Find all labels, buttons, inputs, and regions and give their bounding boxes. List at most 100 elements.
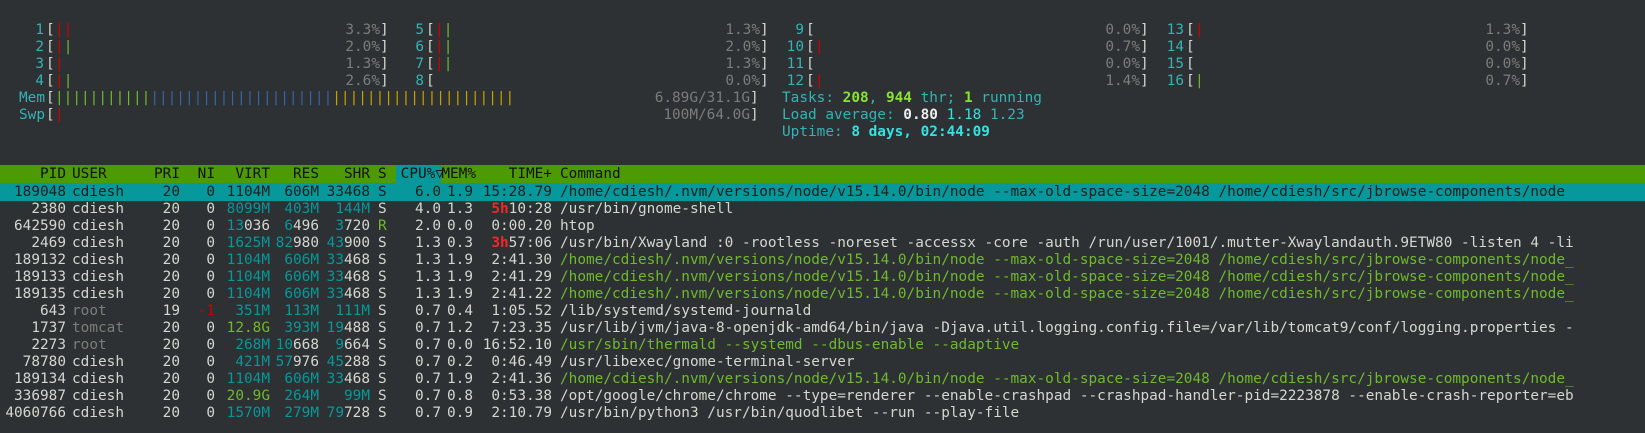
process-row[interactable]: 189132 cdiesh 20 0 1104M 606M 33468 S 1.3 1.9 2:41…: [0, 251, 1645, 269]
cpu-percent: 1.3%: [345, 56, 380, 72]
bracket-open: [: [1186, 39, 1195, 55]
process-row[interactable]: 4060766 cdiesh 20 0 1570M 279M 79728 S 0.7 0.9 2:1…: [0, 404, 1645, 422]
process-virt: 1104M: [226, 371, 270, 387]
process-user: cdiesh: [72, 354, 124, 370]
cpu-meter-8: 8[0.0%]: [390, 72, 768, 90]
bracket-close: ]: [760, 56, 769, 72]
cpu-bar: |: [443, 39, 453, 55]
bracket-open: [: [426, 22, 435, 38]
process-mem: 0.9: [447, 405, 473, 421]
process-pri: 19: [162, 303, 180, 319]
cpu-id: 14: [1166, 39, 1184, 55]
process-row[interactable]: 1737 tomcat 20 0 12.8G 393M 19488 S 0.7 1.2 7:23.3…: [0, 319, 1645, 337]
column-header-cpu[interactable]: CPU%▽: [396, 165, 444, 183]
process-shr: 33468: [326, 252, 370, 268]
process-virt: 1104M: [226, 184, 270, 200]
process-cmd: htop: [560, 218, 595, 234]
process-ni: 0: [206, 184, 215, 200]
htop-terminal[interactable]: 1[| | 3.3%] 2[| | 2.0%] 3[| 1.3%] 4[| | 2.6%] 5[| | 1…: [0, 0, 1645, 433]
bracket-close: ]: [380, 56, 389, 72]
column-header-mem[interactable]: MEM%: [440, 165, 476, 183]
column-header-shr[interactable]: SHR: [322, 165, 370, 183]
process-virt: 1104M: [226, 286, 270, 302]
process-mem: 1.9: [447, 286, 473, 302]
process-res: 606M: [284, 371, 319, 387]
process-row[interactable]: 336987 cdiesh 20 0 20.9G 264M 99M S 0.7 0.8 0:53.3…: [0, 387, 1645, 405]
column-header-pri[interactable]: PRI: [150, 165, 180, 183]
process-pid: 643: [40, 303, 66, 319]
process-cpu: 0.7: [415, 354, 441, 370]
process-time: 3h57:06: [491, 235, 552, 251]
bracket-close: ]: [760, 39, 769, 55]
process-user: cdiesh: [72, 371, 124, 387]
process-s: S: [378, 371, 387, 387]
cpu-meter-10: 10[| 0.7%]: [770, 38, 1149, 56]
process-cmd: /opt/google/chrome/chrome --type=rendere…: [560, 388, 1574, 404]
cpu-meter-6: 6[| | 2.0%]: [390, 38, 768, 56]
process-ni: 0: [206, 354, 215, 370]
process-row[interactable]: 189135 cdiesh 20 0 1104M 606M 33468 S 1.3 1.9 2:41…: [0, 285, 1645, 303]
process-s: S: [378, 252, 387, 268]
process-s: S: [378, 405, 387, 421]
process-user: cdiesh: [72, 218, 124, 234]
mem-label: Mem: [19, 90, 45, 106]
process-pid: 1737: [31, 320, 66, 336]
process-cmd: /usr/libexec/gnome-terminal-server: [560, 354, 855, 370]
column-header-s[interactable]: S: [378, 165, 390, 183]
bracket-open: [: [806, 56, 815, 72]
process-mem: 0.8: [447, 388, 473, 404]
process-shr: 99M: [344, 388, 370, 404]
process-row[interactable]: 189133 cdiesh 20 0 1104M 606M 33468 S 1.3 1.9 2:41…: [0, 268, 1645, 286]
process-cmd: /usr/bin/Xwayland :0 -rootless -noreset …: [560, 235, 1574, 251]
mem-bar: ||||||||||||||||||||||||||||||||||||||||…: [55, 89, 514, 107]
process-row[interactable]: 189134 cdiesh 20 0 1104M 606M 33468 S 0.7 1.9 2:41…: [0, 370, 1645, 388]
process-cpu: 0.7: [415, 320, 441, 336]
process-time: 2:41.29: [491, 269, 552, 285]
column-header-pid[interactable]: PID: [0, 165, 66, 183]
process-row[interactable]: 643 root 19 -1 351M 113M 111M S 0.7 0.4 1:05.52/li…: [0, 302, 1645, 320]
process-user: cdiesh: [72, 269, 124, 285]
swap-label: Swp: [19, 107, 45, 123]
process-s: R: [378, 218, 387, 234]
cpu-id: 7: [415, 56, 424, 72]
process-pid: 78780: [22, 354, 66, 370]
process-mem: 0.0: [447, 218, 473, 234]
column-header-res[interactable]: RES: [275, 165, 319, 183]
cpu-id: 1: [35, 22, 44, 38]
process-cpu: 1.3: [415, 252, 441, 268]
bracket-close: ]: [380, 39, 389, 55]
process-pri: 20: [162, 354, 180, 370]
bracket-close: ]: [1520, 39, 1529, 55]
process-cpu: 0.7: [415, 303, 441, 319]
running-count: 1: [963, 90, 973, 106]
process-shr: 111M: [335, 303, 370, 319]
column-header-time[interactable]: TIME+: [480, 165, 552, 183]
process-pri: 20: [162, 252, 180, 268]
bracket-close: ]: [1520, 56, 1529, 72]
column-header-ni[interactable]: NI: [185, 165, 215, 183]
process-row[interactable]: 189048 cdiesh 20 0 1104M 606M 33468 S 6.0 1.9 15:2…: [0, 183, 1645, 201]
process-row[interactable]: 2273 root 20 0 268M 10668 9664 S 0.7 0.0 16:52.10 /…: [0, 336, 1645, 354]
bracket-open: [: [1186, 73, 1195, 89]
process-row[interactable]: 2380 cdiesh 20 0 8099M 403M 144M S 4.0 1.3 5h10:28…: [0, 200, 1645, 218]
process-cmd: /lib/systemd/systemd-journald: [560, 303, 812, 319]
process-row[interactable]: 78780 cdiesh 20 0 421M 57976 45288 S 0.7 0.2 0:46.…: [0, 353, 1645, 371]
column-header-user[interactable]: USER: [72, 165, 142, 183]
bracket-close: ]: [1520, 22, 1529, 38]
cpu-id: 5: [415, 22, 424, 38]
process-row[interactable]: 642590 cdiesh 20 0 13036 6496 3720 R 2.0 0.0 0:00.…: [0, 217, 1645, 235]
process-ni: -1: [197, 303, 215, 319]
process-pid: 336987: [14, 388, 66, 404]
column-header: PID USER PRI NI VIRT RES SHR S CPU%▽ MEM% TIME+ Com…: [0, 165, 1645, 183]
process-shr: 19488: [326, 320, 370, 336]
cpu-bar: |: [63, 39, 73, 55]
bracket-open: [: [1186, 22, 1195, 38]
process-res: 403M: [284, 201, 319, 217]
process-res: 57976: [275, 354, 319, 370]
uptime-value: 8 days, 02:44:09: [851, 124, 990, 140]
process-row[interactable]: 2469 cdiesh 20 0 1625M 82980 43900 S 1.3 0.3 3h57:…: [0, 234, 1645, 252]
column-header-virt[interactable]: VIRT: [218, 165, 270, 183]
column-header-cmd[interactable]: Command: [560, 165, 1645, 183]
process-virt: 1104M: [226, 269, 270, 285]
process-mem: 1.9: [447, 371, 473, 387]
